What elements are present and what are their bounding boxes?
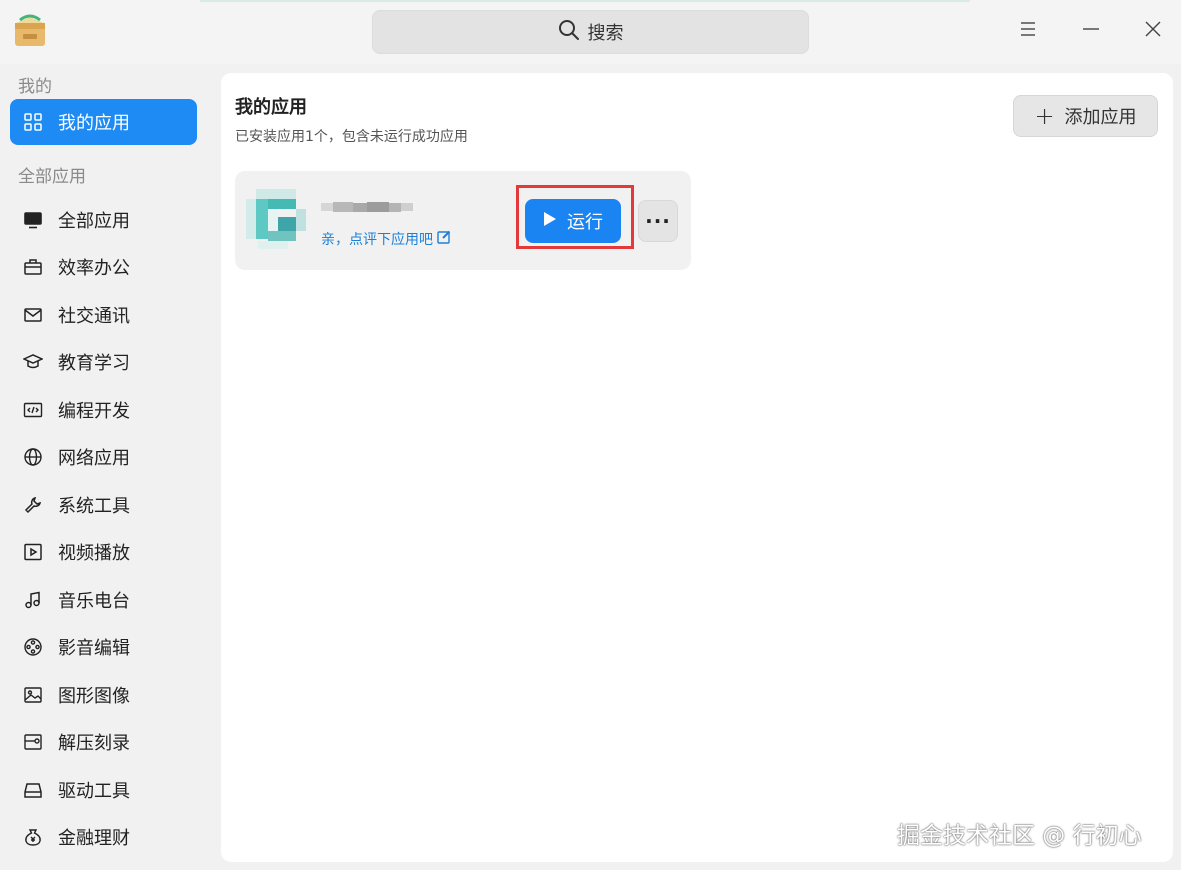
main-panel: 我的应用 已安装应用1个，包含未运行成功应用 + 添加应用 亲，点评下应用吧 运… [221, 73, 1173, 862]
sidebar-item-network[interactable]: 网络应用 [10, 434, 197, 480]
money-bag-icon [22, 826, 44, 848]
sidebar-item-office[interactable]: 效率办公 [10, 244, 197, 290]
page-subtitle: 已安装应用1个，包含未运行成功应用 [235, 129, 468, 145]
sidebar-item-label: 编程开发 [58, 401, 130, 422]
sidebar-item-label: 驱动工具 [58, 781, 130, 802]
add-app-label: 添加应用 [1064, 107, 1137, 128]
graduation-cap-icon [22, 351, 44, 373]
title-bar: 搜索 [0, 0, 1181, 64]
app-card[interactable]: 亲，点评下应用吧 运行 ··· [235, 171, 691, 270]
run-button[interactable]: 运行 [525, 199, 621, 243]
sidebar-item-media-editing[interactable]: 影音编辑 [10, 624, 197, 670]
search-icon [558, 19, 580, 46]
sidebar-item-all-apps[interactable]: 全部应用 [10, 197, 197, 243]
briefcase-icon [22, 256, 44, 278]
search-bar[interactable]: 搜索 [372, 10, 809, 54]
image-icon [22, 684, 44, 706]
play-icon [543, 211, 557, 232]
archive-icon [22, 731, 44, 753]
sidebar-item-label: 金融理财 [58, 828, 130, 849]
app-icon [246, 189, 306, 249]
grid-icon [22, 111, 44, 133]
sidebar-item-system-tools[interactable]: 系统工具 [10, 482, 197, 528]
sidebar-item-label: 全部应用 [58, 211, 130, 232]
app-name-redacted [321, 199, 413, 213]
sidebar-item-drivers[interactable]: 驱动工具 [10, 767, 197, 813]
add-app-button[interactable]: + 添加应用 [1013, 95, 1158, 137]
search-label: 搜索 [587, 23, 624, 44]
rate-app-link[interactable]: 亲，点评下应用吧 [321, 229, 451, 249]
run-label: 运行 [567, 212, 603, 233]
sidebar-item-label: 解压刻录 [58, 733, 130, 754]
sidebar-item-label: 系统工具 [58, 496, 130, 517]
close-icon [1144, 20, 1162, 42]
sidebar-item-graphics[interactable]: 图形图像 [10, 672, 197, 718]
sidebar-item-label: 网络应用 [58, 448, 130, 469]
sidebar-item-label: 效率办公 [58, 258, 130, 279]
more-options-button[interactable]: ··· [638, 200, 678, 242]
section-label-mine: 我的 [18, 77, 52, 97]
drive-icon [22, 779, 44, 801]
edit-icon [437, 230, 451, 248]
minimize-button[interactable] [1076, 16, 1106, 46]
sidebar-item-education[interactable]: 教育学习 [10, 339, 197, 385]
more-options-label: ··· [645, 209, 671, 233]
sidebar-item-label: 影音编辑 [58, 638, 130, 659]
sidebar-item-finance[interactable]: 金融理财 [10, 814, 197, 860]
rate-app-label: 亲，点评下应用吧 [321, 232, 433, 248]
sidebar-item-label: 音乐电台 [58, 591, 130, 612]
sidebar-item-music[interactable]: 音乐电台 [10, 577, 197, 623]
wrench-icon [22, 494, 44, 516]
mail-icon [22, 304, 44, 326]
sidebar-item-programming[interactable]: 编程开发 [10, 387, 197, 433]
sidebar-item-video[interactable]: 视频播放 [10, 529, 197, 575]
section-label-all: 全部应用 [18, 167, 86, 187]
menu-button[interactable] [1013, 16, 1043, 46]
hamburger-menu-icon [1019, 20, 1037, 42]
sidebar-item-social[interactable]: 社交通讯 [10, 292, 197, 338]
app-store-logo-icon [12, 14, 48, 48]
sidebar-item-label: 社交通讯 [58, 306, 130, 327]
video-play-icon [22, 541, 44, 563]
sidebar-item-my-apps[interactable]: 我的应用 [10, 99, 197, 145]
top-accent-line [200, 0, 970, 2]
sidebar-item-label: 教育学习 [58, 353, 130, 374]
sidebar-item-label: 图形图像 [58, 686, 130, 707]
watermark: 掘金技术社区 @ 行初心 [897, 823, 1142, 849]
minimize-icon [1082, 20, 1100, 42]
film-reel-icon [22, 636, 44, 658]
sidebar-item-label: 视频播放 [58, 543, 130, 564]
plus-icon: + [1034, 102, 1055, 130]
sidebar-item-label: 我的应用 [58, 113, 130, 134]
code-icon [22, 399, 44, 421]
monitor-icon [22, 209, 44, 231]
music-note-icon [22, 589, 44, 611]
globe-icon [22, 446, 44, 468]
close-button[interactable] [1138, 16, 1168, 46]
page-title: 我的应用 [235, 97, 307, 118]
sidebar: 我的 我的应用 全部应用 全部应用 效率办公 社交通讯 教育学习 编程开发 网络… [0, 64, 210, 870]
sidebar-item-archive[interactable]: 解压刻录 [10, 719, 197, 765]
